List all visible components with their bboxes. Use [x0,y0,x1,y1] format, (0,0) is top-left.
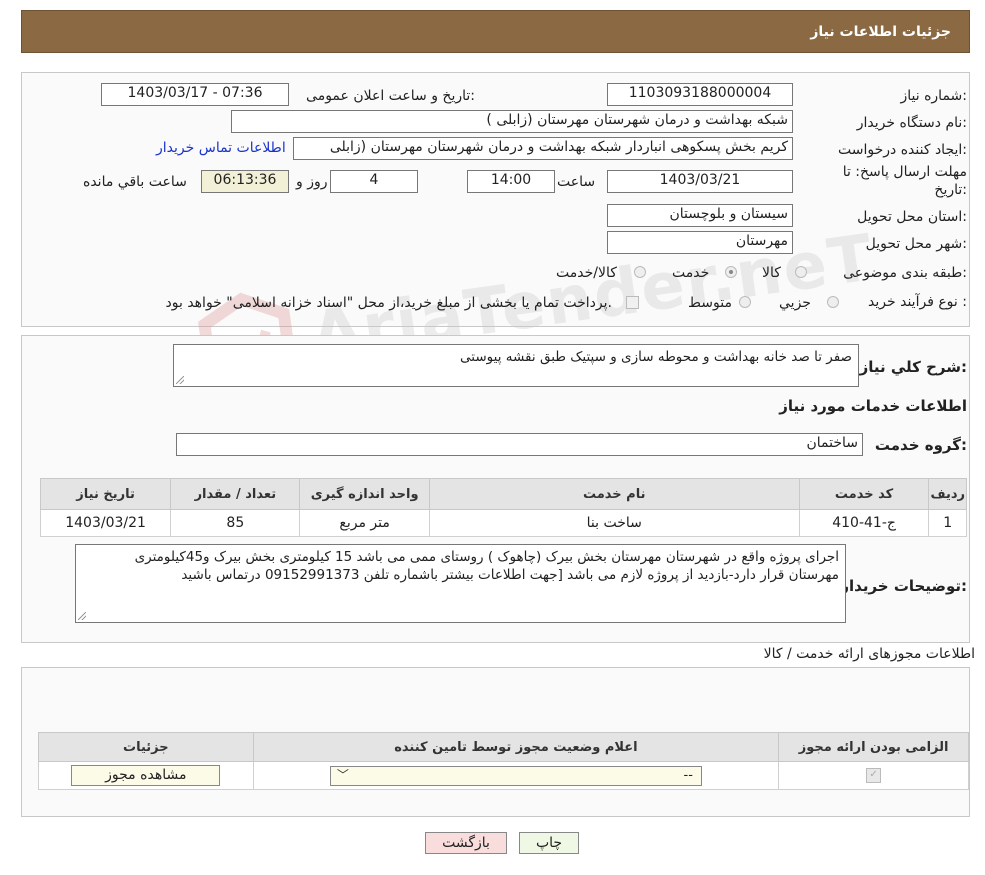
time-remaining-label: ساعت باقي مانده [83,174,187,190]
permit-required-checkbox: ✓ [866,768,882,783]
buyer-org-field: شبکه بهداشت و درمان شهرستان مهرستان (زاب… [231,110,793,133]
deadline-date-label: تاریخ: [934,182,967,198]
announce-datetime-label: تاریخ و ساعت اعلان عمومی: [306,88,475,104]
col-name: نام خدمت [428,478,800,510]
chevron-down-icon: ﹀ [336,767,349,782]
city-field: مهرستان [607,231,793,254]
resize-grip-icon[interactable] [176,376,184,384]
treasury-payment-note: پرداخت تمام یا بخشی از مبلغ خرید،از محل … [165,295,612,311]
cell-date: 1403/03/21 [39,509,172,537]
time-remaining-field: 06:13:36 [201,170,289,193]
buyer-org-label: نام دستگاه خریدار: [856,115,967,131]
cell-qty: 85 [170,509,301,537]
view-permit-button[interactable]: مشاهده مجوز [71,765,221,786]
category-goods-service-label: کالا/خدمت [556,265,617,281]
process-minor-radio[interactable] [827,296,839,308]
page-header: جزئیات اطلاعات نیاز [21,10,970,53]
col-unit: واحد اندازه گیری [299,478,430,510]
category-service-radio[interactable] [725,266,737,278]
table-row: 1 ج-41-410 ساخت بنا متر مربع 85 1403/03/… [39,509,967,537]
process-medium-radio[interactable] [739,296,751,308]
page-title: جزئیات اطلاعات نیاز [810,24,951,40]
announce-datetime-field: 1403/03/17 - 07:36 [101,83,289,106]
process-type-label: نوع فرآیند خرید : [868,294,967,310]
resize-grip-icon[interactable] [78,612,86,620]
permits-section-title: اطلاعات مجوزهای ارائه خدمت / کالا [763,646,975,662]
category-goods-radio[interactable] [795,266,807,278]
col-qty: تعداد / مقدار [170,478,301,510]
services-table: رديف کد خدمت نام خدمت واحد اندازه گیری ت… [39,478,967,537]
category-goods-service-radio[interactable] [634,266,646,278]
process-minor-label: جزيي [779,295,811,311]
buyer-notes-label: توضیحات خریدار: [840,577,967,595]
buyer-notes-text: اجرای پروژه واقع در شهرستان مهرستان بخش … [134,549,839,583]
col-permit-details: جزئیات [38,732,254,762]
buyer-notes-textarea[interactable]: اجرای پروژه واقع در شهرستان مهرستان بخش … [75,544,846,623]
requester-field: کریم بخش پسکوهی انباردار شبکه بهداشت و د… [293,137,793,160]
deadline-label: مهلت ارسال پاسخ: تا [842,164,967,180]
cell-name: ساخت بنا [428,509,800,537]
table-row: ✓ -- ﹀ مشاهده مجوز [38,761,969,790]
process-medium-label: متوسط [688,295,732,311]
permit-details-cell: مشاهده مجوز [38,761,254,790]
print-button[interactable]: چاپ [519,832,579,854]
province-field: سیستان و بلوچستان [607,204,793,227]
need-number-field: 1103093188000004 [607,83,793,106]
treasury-payment-checkbox[interactable] [626,296,639,309]
services-section-title: اطلاعات خدمات مورد نياز [779,397,967,415]
buyer-contact-link[interactable]: اطلاعات تماس خریدار [156,140,286,156]
cell-unit: متر مربع [299,509,430,537]
col-permit-required: الزامی بودن ارائه مجوز [778,732,969,762]
category-service-label: خدمت [672,265,710,281]
permits-table-header: الزامی بودن ارائه مجوز اعلام وضعیت مجوز … [38,732,969,762]
cell-index: 1 [928,509,967,537]
service-group-field: ساختمان [176,433,863,456]
category-goods-label: کالا [762,265,781,281]
deadline-hour-label: ساعت [557,174,596,190]
col-date: تاريخ نياز [39,478,172,510]
permit-required-cell: ✓ [778,761,969,790]
permit-status-select[interactable]: -- ﹀ [329,765,702,786]
summary-textarea[interactable]: صفر تا صد خانه بهداشت و محوطه سازی و سپت… [173,344,859,387]
permit-status-cell: -- ﹀ [252,761,780,790]
col-permit-status: اعلام وضعیت مجوز توسط تامین کننده [252,732,780,762]
requester-label: ایجاد کننده درخواست: [838,142,967,158]
back-button[interactable]: بازگشت [425,832,507,854]
service-group-label: گروه خدمت: [874,436,967,454]
services-table-header: رديف کد خدمت نام خدمت واحد اندازه گیری ت… [39,478,967,510]
col-code: کد خدمت [798,478,930,510]
summary-text: صفر تا صد خانه بهداشت و محوطه سازی و سپت… [460,349,852,365]
deadline-date-field: 1403/03/21 [607,170,793,193]
permits-table: الزامی بودن ارائه مجوز اعلام وضعیت مجوز … [38,732,969,790]
summary-label: شرح کلي نياز: [859,358,967,376]
cell-code: ج-41-410 [798,509,930,537]
category-label: طبقه بندی موضوعی: [843,265,967,281]
permit-status-value: -- [683,767,693,783]
days-label: روز و [296,174,328,190]
city-label: شهر محل تحویل: [865,236,967,252]
days-remaining-field: 4 [330,170,418,193]
province-label: استان محل تحویل: [857,209,967,225]
col-index: رديف [928,478,967,510]
need-number-label: شماره نیاز: [900,88,967,104]
deadline-time-field: 14:00 [467,170,555,193]
